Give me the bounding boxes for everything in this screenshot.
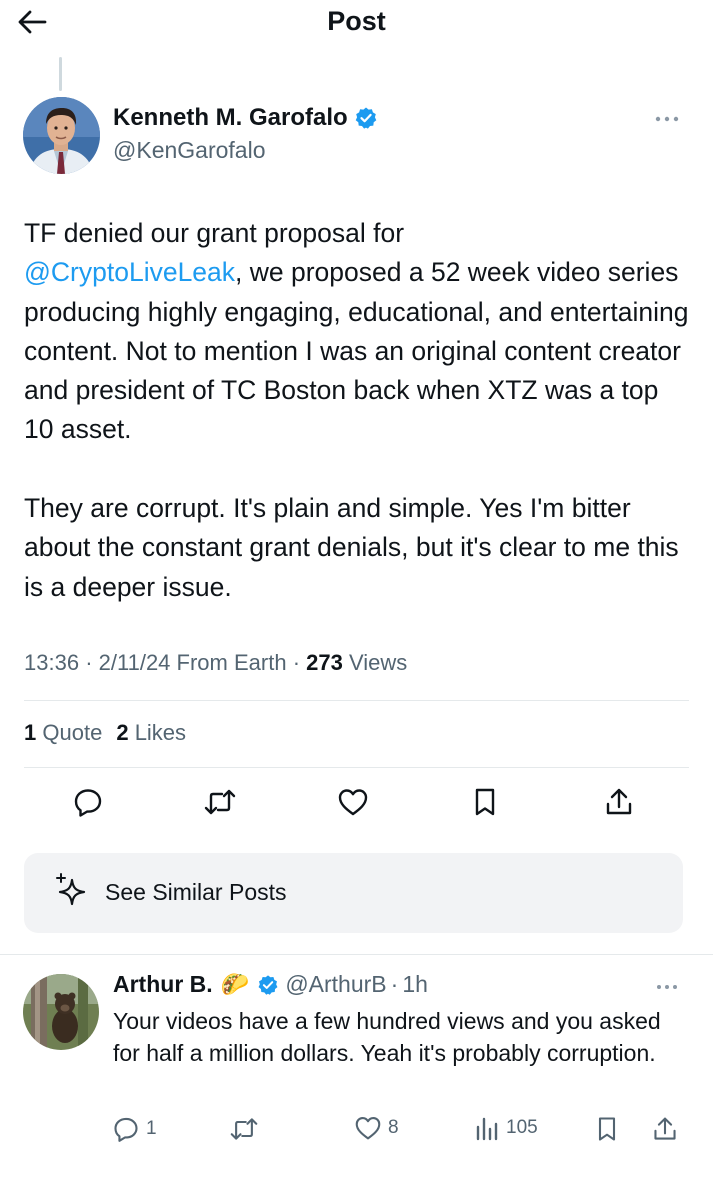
reply-author-avatar[interactable] xyxy=(23,974,99,1050)
reply-action-bar: 1 8 105 xyxy=(0,1112,713,1146)
reply-time[interactable]: 1h xyxy=(402,971,428,998)
engagement-stats: 1 Quote 2 Likes xyxy=(24,720,186,746)
quotes-count: 1 xyxy=(24,720,37,745)
top-bar: Post xyxy=(0,0,713,52)
taco-emoji: 🌮 xyxy=(220,971,250,997)
reply-author-name[interactable]: Arthur B. xyxy=(113,971,213,998)
repost-button[interactable] xyxy=(203,785,237,819)
reply-count: 1 xyxy=(146,1118,157,1139)
likes-label: Likes xyxy=(134,720,187,745)
meta-separator: · xyxy=(292,650,301,675)
reply-more-options-button[interactable] xyxy=(652,978,682,996)
author-handle[interactable]: @KenGarofalo xyxy=(113,137,266,164)
post-text-rest: , we proposed a 52 week video series pro… xyxy=(24,257,689,602)
more-dots-icon xyxy=(657,985,677,989)
repost-icon xyxy=(230,1118,258,1140)
page-title: Post xyxy=(327,6,386,36)
like-count: 8 xyxy=(388,1117,399,1138)
reply-bookmark-button[interactable] xyxy=(594,1115,620,1143)
heart-icon xyxy=(355,1116,381,1140)
like-button[interactable] xyxy=(336,785,370,819)
thread-connector-line xyxy=(59,57,62,91)
reply-separator: · xyxy=(390,971,399,997)
see-similar-posts-button[interactable]: See Similar Posts xyxy=(24,853,683,933)
more-dots-icon xyxy=(655,116,679,122)
repost-icon xyxy=(204,789,236,815)
mention-link[interactable]: @CryptoLiveLeak xyxy=(24,257,235,287)
post-metadata: 13:36 · 2/11/24 From Earth · 273 Views xyxy=(24,650,407,676)
views-label: Views xyxy=(349,650,408,675)
see-similar-posts-label: See Similar Posts xyxy=(105,879,287,905)
bookmark-icon xyxy=(475,788,495,816)
view-count: 105 xyxy=(506,1117,538,1138)
likes-stat[interactable]: 2 Likes xyxy=(116,720,186,745)
author-name-row[interactable]: Kenneth M. Garofalo xyxy=(113,104,378,132)
bookmark-icon xyxy=(598,1117,616,1141)
more-options-button[interactable] xyxy=(650,108,684,130)
author-name[interactable]: Kenneth M. Garofalo xyxy=(113,104,348,132)
post-text: TF denied our grant proposal for @Crypto… xyxy=(24,214,689,607)
post-time[interactable]: 13:36 xyxy=(24,650,79,675)
divider xyxy=(24,767,689,768)
share-icon xyxy=(654,1117,676,1140)
reply-icon xyxy=(114,1117,138,1142)
reply-views-button[interactable]: 105 xyxy=(474,1115,538,1141)
section-divider xyxy=(0,954,713,955)
analytics-bars-icon xyxy=(476,1117,498,1141)
bookmark-button[interactable] xyxy=(468,785,502,819)
reply-like-button[interactable]: 8 xyxy=(354,1115,399,1141)
quotes-label: Quote xyxy=(42,720,103,745)
post-date[interactable]: 2/11/24 xyxy=(99,650,171,675)
post-location: From Earth xyxy=(176,650,287,675)
reply-author-handle[interactable]: @ArthurB xyxy=(285,971,386,998)
views-count: 273 xyxy=(306,650,343,675)
reply-header: Arthur B. 🌮 @ArthurB · 1h xyxy=(113,971,428,998)
author-avatar[interactable] xyxy=(23,97,100,174)
reply-share-button[interactable] xyxy=(652,1115,678,1143)
reply-reply-button[interactable]: 1 xyxy=(112,1115,157,1143)
verified-badge-icon xyxy=(258,974,278,995)
heart-icon xyxy=(338,789,368,816)
likes-count: 2 xyxy=(116,720,129,745)
sparkle-icon xyxy=(56,873,86,906)
reply-icon xyxy=(74,789,102,817)
reply-button[interactable] xyxy=(71,785,105,819)
post-text-start: TF denied our grant proposal for xyxy=(24,218,405,248)
share-button[interactable] xyxy=(602,785,636,819)
verified-badge-icon xyxy=(355,107,376,129)
divider xyxy=(24,700,689,701)
reply-repost-button[interactable] xyxy=(229,1115,259,1143)
post-action-bar xyxy=(0,785,713,825)
share-icon xyxy=(606,788,632,815)
quotes-stat[interactable]: 1 Quote xyxy=(24,720,102,745)
meta-separator: · xyxy=(85,650,93,675)
reply-text: Your videos have a few hundred views and… xyxy=(113,1008,661,1066)
